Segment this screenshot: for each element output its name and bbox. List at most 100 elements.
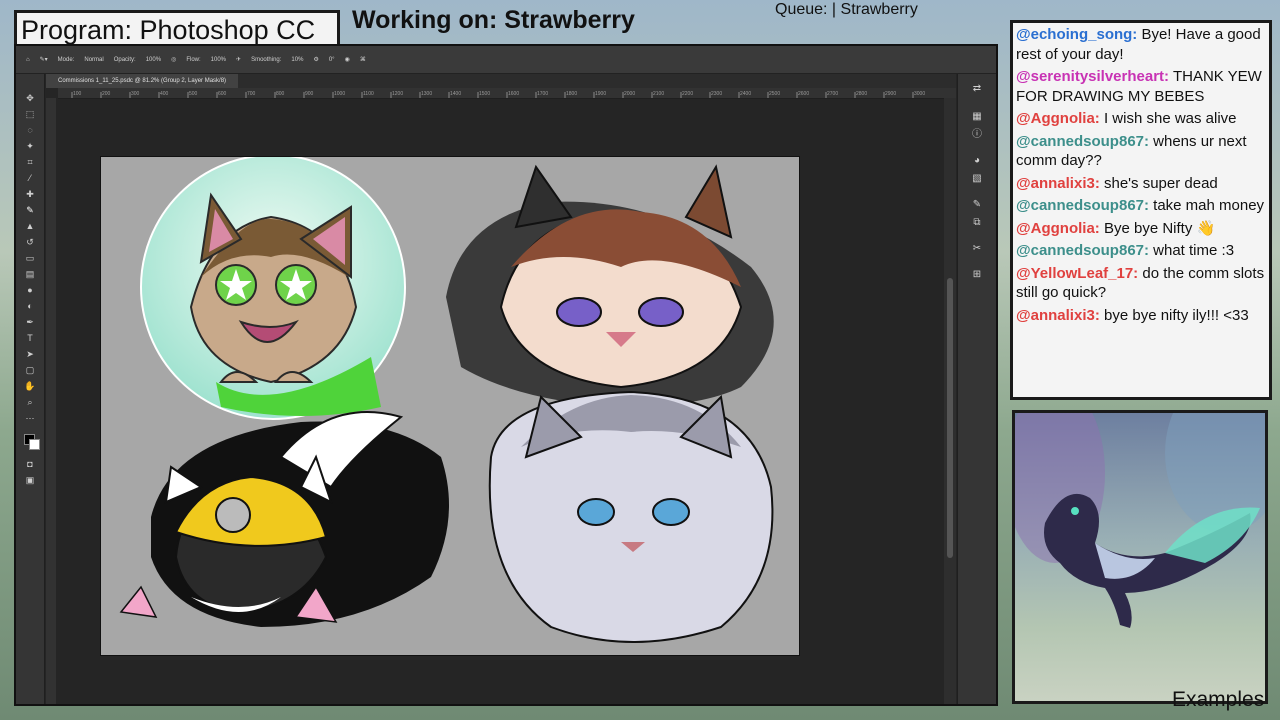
ruler-tick-label: 500 bbox=[189, 91, 198, 97]
ruler-tick-label: 1800 bbox=[566, 91, 577, 97]
example-art-preview bbox=[1012, 410, 1268, 704]
document-tabs: Commissions 1_11_25.psdc @ 81.2% (Group … bbox=[46, 74, 956, 88]
examples-label: Examples bbox=[1172, 688, 1265, 711]
options-bar: ⌂ ✎▾ Mode: Normal Opacity: 100% ◎ Flow: … bbox=[16, 46, 996, 74]
color-panel-icon[interactable]: ◕ bbox=[970, 154, 984, 168]
ruler-tick-label: 400 bbox=[160, 91, 169, 97]
healing-icon[interactable]: ✚ bbox=[24, 188, 36, 200]
ruler-tick-label: 1200 bbox=[392, 91, 403, 97]
smoothing-label: Smoothing: bbox=[251, 56, 282, 63]
chat-text: what time :3 bbox=[1149, 242, 1235, 259]
ruler-tick-label: 1300 bbox=[421, 91, 432, 97]
zoom-icon[interactable]: ⌕ bbox=[24, 396, 36, 408]
ruler-ticks: 100 200 300 400 500 600 700 800 900 1000 1100 1200 1… bbox=[71, 91, 925, 98]
ruler-tick-label: 1400 bbox=[450, 91, 461, 97]
document-canvas[interactable] bbox=[100, 156, 800, 656]
magic-wand-icon[interactable]: ✦ bbox=[24, 140, 36, 152]
lasso-icon[interactable]: ◌ bbox=[24, 124, 36, 136]
ruler-tick-label: 1100 bbox=[363, 91, 374, 97]
info-panel-icon[interactable]: ⓘ bbox=[970, 128, 984, 142]
layers-panel-icon[interactable]: ▦ bbox=[970, 110, 984, 124]
ruler-tick-label: 1500 bbox=[479, 91, 490, 97]
ruler-tick-label: 2500 bbox=[769, 91, 780, 97]
history-brush-icon[interactable]: ↺ bbox=[24, 236, 36, 248]
eraser-icon[interactable]: ▭ bbox=[24, 252, 36, 264]
blur-icon[interactable]: ● bbox=[24, 284, 36, 296]
chat-username[interactable]: @Aggnolia: bbox=[1016, 110, 1100, 127]
color-swatch-icon[interactable] bbox=[24, 434, 40, 450]
brush-preset-icon[interactable]: ✎▾ bbox=[40, 56, 48, 63]
hand-icon[interactable]: ✋ bbox=[24, 380, 36, 392]
chat-username[interactable]: @echoing_song: bbox=[1016, 26, 1137, 43]
chat-message: @annalixi3: bye bye nifty ily!!! <33 bbox=[1016, 306, 1266, 326]
move-icon[interactable]: ✥ bbox=[24, 92, 36, 104]
chat-message: @cannedsoup867: whens ur next comm day?? bbox=[1016, 132, 1266, 171]
shape-icon[interactable]: ▢ bbox=[24, 364, 36, 376]
adjustments-icon[interactable]: ✂ bbox=[970, 242, 984, 256]
airbrush-icon[interactable]: ✈ bbox=[236, 56, 241, 63]
home-icon[interactable]: ⌂ bbox=[26, 57, 30, 63]
horizontal-ruler: 100 200 300 400 500 600 700 800 900 1000 1100 1200 1… bbox=[58, 88, 956, 99]
eyedropper-icon[interactable]: ⁄ bbox=[24, 172, 36, 184]
ruler-tick-label: 600 bbox=[218, 91, 227, 97]
chat-username[interactable]: @cannedsoup867: bbox=[1016, 197, 1149, 214]
chat-username[interactable]: @Aggnolia: bbox=[1016, 220, 1100, 237]
ruler-tick-label: 2100 bbox=[653, 91, 664, 97]
ruler-tick-label: 700 bbox=[247, 91, 256, 97]
mode-select[interactable]: Normal bbox=[84, 57, 103, 63]
dodge-icon[interactable]: ◐ bbox=[24, 300, 36, 312]
document-tab[interactable]: Commissions 1_11_25.psdc @ 81.2% (Group … bbox=[46, 74, 239, 88]
chat-text: she's super dead bbox=[1099, 174, 1218, 192]
settings-gear-icon[interactable]: ⚙ bbox=[313, 56, 318, 63]
marquee-icon[interactable]: ⬚ bbox=[24, 108, 36, 120]
vertical-scrollbar[interactable] bbox=[944, 98, 956, 704]
history-panel-icon[interactable]: ⇄ bbox=[970, 82, 984, 96]
opacity-input[interactable]: 100% bbox=[146, 57, 161, 63]
angle-input[interactable]: 0° bbox=[329, 57, 335, 63]
chat-username[interactable]: @cannedsoup867: bbox=[1016, 133, 1149, 150]
symmetry-icon[interactable]: ⌘ bbox=[360, 56, 366, 63]
chat-message: @cannedsoup867: what time :3 bbox=[1016, 241, 1266, 261]
quick-mask-icon[interactable]: ◘ bbox=[24, 458, 36, 470]
pen-icon[interactable]: ✒ bbox=[24, 316, 36, 328]
gradient-icon[interactable]: ▤ bbox=[24, 268, 36, 280]
screen-mode-icon[interactable]: ▣ bbox=[24, 474, 36, 486]
brush-icon[interactable]: ✎ bbox=[24, 204, 36, 216]
type-icon[interactable]: T bbox=[24, 332, 36, 344]
chat-text: bye bye nifty ily!!! <33 bbox=[1099, 306, 1249, 324]
pressure-opacity-icon[interactable]: ◎ bbox=[171, 56, 176, 63]
swatches-panel-icon[interactable]: ▧ bbox=[970, 172, 984, 186]
ruler-tick-label: 100 bbox=[73, 91, 82, 97]
artwork bbox=[119, 157, 774, 643]
chat-message: @echoing_song: Bye! Have a good rest of … bbox=[1016, 25, 1266, 64]
ruler-tick-label: 2900 bbox=[885, 91, 896, 97]
example-dragon-art bbox=[1015, 413, 1265, 628]
crop-icon[interactable]: ⌗ bbox=[24, 156, 36, 168]
ruler-tick-label: 2000 bbox=[624, 91, 635, 97]
ruler-tick-label: 200 bbox=[102, 91, 111, 97]
ruler-tick-label: 2400 bbox=[740, 91, 751, 97]
chat-message: @annalixi3: she's super dead bbox=[1016, 174, 1266, 194]
working-on-label: Working on: Strawberry bbox=[352, 6, 635, 34]
chat-username[interactable]: @annalixi3: bbox=[1016, 307, 1100, 324]
chat-username[interactable]: @serenitysilverheart: bbox=[1016, 68, 1169, 85]
chat-message: @YellowLeaf_17: do the comm slots still … bbox=[1016, 264, 1266, 303]
more-tools-icon[interactable]: ⋯ bbox=[24, 412, 36, 424]
scrollbar-thumb[interactable] bbox=[947, 278, 953, 558]
stamp-icon[interactable]: ▲ bbox=[24, 220, 36, 232]
chat-panel: @echoing_song: Bye! Have a good rest of … bbox=[1010, 20, 1272, 400]
flow-input[interactable]: 100% bbox=[211, 57, 226, 63]
smoothing-input[interactable]: 10% bbox=[291, 57, 303, 63]
properties-panel-icon[interactable]: ⊞ bbox=[970, 268, 984, 282]
brush-settings-icon[interactable]: ✎ bbox=[970, 198, 984, 212]
tools-panel: ✥ ⬚ ◌ ✦ ⌗ ⁄ ✚ ✎ ▲ ↺ ▭ ▤ ● ◐ ✒ T ➤ ▢ ✋ ⌕ … bbox=[16, 74, 45, 704]
path-select-icon[interactable]: ➤ bbox=[24, 348, 36, 360]
chat-username[interactable]: @YellowLeaf_17: bbox=[1016, 265, 1138, 282]
ruler-tick-label: 2600 bbox=[798, 91, 809, 97]
vertical-ruler bbox=[46, 98, 56, 704]
photoshop-window: ⌂ ✎▾ Mode: Normal Opacity: 100% ◎ Flow: … bbox=[14, 44, 998, 706]
clone-source-icon[interactable]: ⧉ bbox=[970, 216, 984, 230]
chat-username[interactable]: @annalixi3: bbox=[1016, 175, 1100, 192]
pressure-size-icon[interactable]: ◉ bbox=[345, 56, 350, 63]
chat-username[interactable]: @cannedsoup867: bbox=[1016, 242, 1149, 259]
